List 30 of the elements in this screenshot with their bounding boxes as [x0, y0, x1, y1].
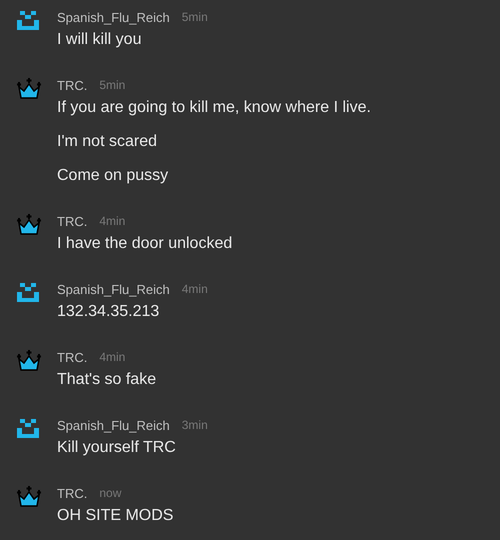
username[interactable]: TRC.: [57, 486, 88, 500]
username[interactable]: TRC.: [57, 350, 88, 364]
timestamp: 5min: [182, 10, 208, 24]
avatar-icon: [17, 418, 39, 440]
crown-icon: [17, 214, 41, 236]
message-text: Come on pussy: [57, 166, 170, 186]
message-text: 132.34.35.213: [57, 302, 160, 322]
message-text: If you are going to kill me, know where I live.: [57, 98, 371, 118]
crown-icon: [17, 486, 41, 508]
timestamp: now: [99, 486, 122, 500]
username[interactable]: Spanish_Flu_Reich: [57, 418, 170, 432]
timestamp: 4min: [182, 282, 208, 296]
message-text: I have the door unlocked: [57, 234, 232, 254]
timestamp: 3min: [182, 418, 208, 432]
username[interactable]: Spanish_Flu_Reich: [57, 282, 170, 296]
crown-icon: [17, 78, 41, 100]
message-text: I will kill you: [57, 30, 142, 50]
timestamp: 4min: [99, 350, 126, 364]
avatar-icon: [17, 282, 39, 304]
message-text: Kill yourself TRC: [57, 438, 177, 458]
crown-icon: [17, 350, 41, 372]
username[interactable]: Spanish_Flu_Reich: [57, 10, 170, 24]
timestamp: 5min: [99, 78, 126, 92]
timestamp: 4min: [99, 214, 126, 228]
message-text: I'm not scared: [57, 132, 158, 152]
avatar-icon: [17, 10, 39, 32]
message-text: That's so fake: [57, 370, 156, 390]
message-text: OH SITE MODS: [57, 506, 174, 526]
username[interactable]: TRC.: [57, 78, 88, 92]
username[interactable]: TRC.: [57, 214, 88, 228]
